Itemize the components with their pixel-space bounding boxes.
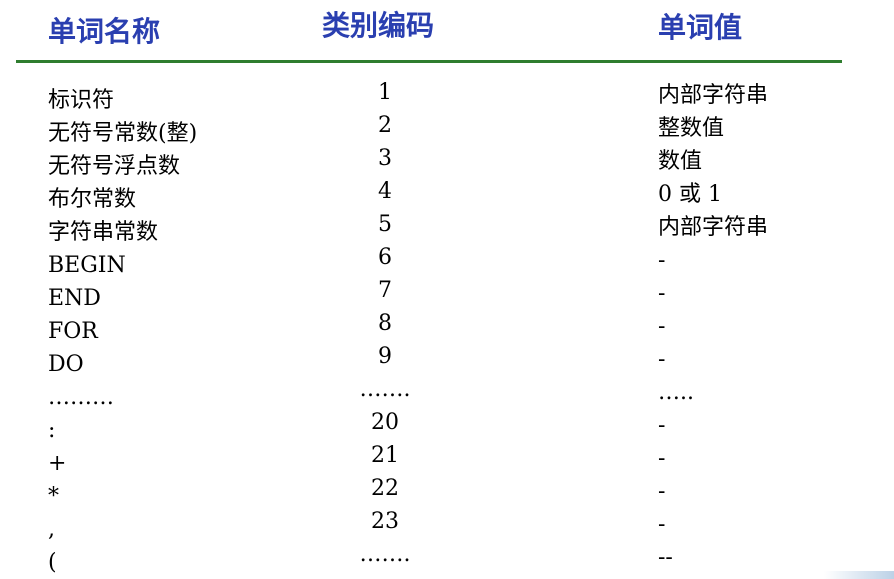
corner-decoration bbox=[824, 571, 894, 579]
cell-category-code: 6 bbox=[378, 245, 392, 270]
cell-category-code: ……. bbox=[359, 542, 411, 567]
cell-category-code: 1 bbox=[378, 80, 392, 105]
slide: 单词名称 类别编码 单词值 标识符 1 内部字符串 无符号常数(整) 2 整数值… bbox=[0, 0, 894, 579]
cell-word-value: 内部字符串 bbox=[658, 215, 769, 240]
cell-word-value: - bbox=[658, 281, 666, 306]
cell-category-code: 4 bbox=[378, 179, 392, 204]
cell-word-value: - bbox=[658, 248, 666, 273]
cell-word-value: - bbox=[658, 479, 666, 504]
cell-word-value: -- bbox=[658, 545, 673, 570]
cell-category-code: 21 bbox=[371, 443, 399, 468]
cell-word-value: - bbox=[658, 446, 666, 471]
cell-word-value: - bbox=[658, 512, 666, 537]
cell-category-code: 9 bbox=[378, 344, 392, 369]
cell-category-code: 3 bbox=[378, 146, 392, 171]
table-row: ( ……. -- bbox=[0, 542, 894, 577]
cell-category-code: 2 bbox=[378, 113, 392, 138]
cell-category-code: 7 bbox=[378, 278, 392, 303]
cell-category-code: 22 bbox=[371, 476, 399, 501]
cell-category-code: 23 bbox=[371, 509, 399, 534]
cell-word-value: - bbox=[658, 347, 666, 372]
cell-word-value: 整数值 bbox=[658, 116, 725, 141]
cell-word-value: - bbox=[658, 413, 666, 438]
cell-category-code: ……. bbox=[359, 377, 411, 402]
cell-word-value: 内部字符串 bbox=[658, 83, 769, 108]
cell-word-value: - bbox=[658, 314, 666, 339]
cell-word-value: ….. bbox=[658, 380, 694, 405]
cell-word-value: 0 或 1 bbox=[658, 182, 722, 207]
cell-category-code: 8 bbox=[378, 311, 392, 336]
cell-category-code: 20 bbox=[371, 410, 399, 435]
table-body: 标识符 1 内部字符串 无符号常数(整) 2 整数值 无符号浮点数 3 数值 布… bbox=[0, 0, 894, 579]
cell-category-code: 5 bbox=[378, 212, 392, 237]
cell-word-value: 数值 bbox=[658, 149, 703, 174]
